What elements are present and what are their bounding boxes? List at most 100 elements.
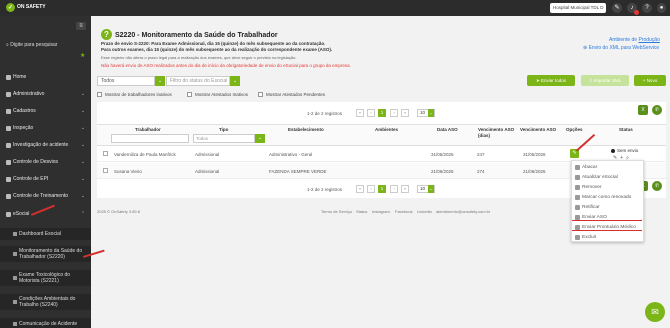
sidebar-subitem-label: Condições Ambientais do Trabalho (S2240)	[19, 296, 76, 308]
sidebar-subitem-label: Monitoramento da Saúde do Trabalhador (S…	[19, 248, 83, 260]
novo-button[interactable]: + Novo	[634, 75, 666, 86]
accident-icon	[6, 142, 11, 148]
menu-item-abacar[interactable]: Abacar	[572, 163, 645, 173]
col-vencimento-dias[interactable]: Vencimento ASO (dias)	[478, 127, 518, 139]
enviar-todos-button[interactable]: ➤ Enviar todos	[527, 75, 575, 86]
help-circle-icon[interactable]: ?	[101, 29, 112, 40]
sidebar-subitem-s2220[interactable]: Monitoramento da Saúde do Trabalhador (S…	[0, 246, 91, 262]
current-page[interactable]: 1	[378, 185, 386, 193]
sidebar-item-home[interactable]: Home	[0, 71, 91, 83]
whatsapp-share-icon[interactable]: ✆	[652, 105, 662, 115]
sidebar-item-investigacao[interactable]: Investigação de acidente ⌄	[0, 139, 91, 151]
checkbox[interactable]	[187, 92, 192, 97]
status-filter-select[interactable]: Filtro do status do Esocial	[166, 76, 230, 86]
menu-item-enviar-aso[interactable]: Enviar ASO	[572, 213, 645, 223]
footer-link-instagram[interactable]: Instagram	[372, 209, 390, 214]
user-icon[interactable]: ●	[657, 3, 666, 13]
menu-item-excluir[interactable]: Excluir	[572, 233, 645, 243]
col-data-aso[interactable]: Data ASO	[437, 127, 458, 132]
row-checkbox[interactable]	[103, 168, 108, 173]
sidebar-subitem-s2240[interactable]: Condições Ambientais do Trabalho (S2240)	[0, 294, 91, 310]
sidebar-item-treinamento[interactable]: Controle de Treinamento ⌄	[0, 190, 91, 202]
logo-mark-icon: ✓	[6, 3, 15, 12]
last-page-icon[interactable]: »	[401, 109, 409, 117]
menu-item-retificar[interactable]: Retificar	[572, 203, 645, 213]
sidebar-item-esocial[interactable]: eSocial ⌃	[0, 208, 91, 220]
sidebar-item-label: Controle de Treinamento	[13, 193, 69, 199]
excel-export-icon[interactable]: X	[638, 105, 648, 115]
xml-webservice-link[interactable]: ⊕ Envio do XML para WebService	[583, 45, 659, 51]
trabalhador-filter-input[interactable]	[111, 134, 189, 143]
logo[interactable]: ✓ ON SAFETY	[6, 3, 46, 12]
sidebar-item-desvios[interactable]: Controle de Desvios ⌄	[0, 156, 91, 168]
per-page-select[interactable]: 10 ⌄	[417, 109, 435, 117]
menu-toggle-icon[interactable]: ≡	[76, 22, 86, 30]
help-icon[interactable]: ?	[642, 3, 652, 13]
status-text: Sem envio	[617, 148, 639, 153]
per-page-value: 10	[420, 186, 426, 191]
col-trabalhador[interactable]: Trabalhador	[135, 127, 161, 132]
checkbox-inactive-workers[interactable]: Mostrar de trabalhadores inativos	[97, 92, 172, 97]
checkbox-pending-certificates[interactable]: Mostrar Atestados Pendentes	[258, 92, 325, 97]
chat-bubble-icon[interactable]: ✉	[645, 302, 665, 322]
first-page-icon[interactable]: «	[356, 185, 364, 193]
chevron-down-icon[interactable]: ⌄	[230, 76, 240, 86]
sidebar-subitem-s2221[interactable]: Exame Toxicológico do Motorista (S2221)	[0, 270, 91, 286]
chevron-down-icon[interactable]: ⌄	[155, 76, 165, 86]
notification-badge	[634, 10, 639, 15]
prev-page-icon[interactable]: ‹	[367, 109, 375, 117]
environment-link[interactable]: Ambiente de Produção	[609, 37, 660, 43]
menu-item-label: Abacar	[582, 165, 598, 170]
next-page-icon[interactable]: ›	[390, 185, 398, 193]
xml-link-label: Envio do XML para WebService	[588, 45, 660, 51]
prev-page-icon[interactable]: ‹	[367, 185, 375, 193]
tipo-filter-select[interactable]: Todos	[193, 134, 255, 143]
sidebar-item-epi[interactable]: Controle de EPI ⌄	[0, 173, 91, 185]
annotation-underline	[572, 230, 642, 231]
whatsapp-share-icon[interactable]: ✆	[652, 181, 662, 191]
sidebar-item-cadastros[interactable]: Cadastros ⌄	[0, 105, 91, 117]
chevron-down-icon[interactable]: ⌄	[255, 134, 265, 143]
cell-data-aso: 21/06/2025	[431, 169, 454, 174]
page-desc-2: Para outros exames, dia 15 (quinze) do m…	[101, 47, 333, 52]
col-status[interactable]: Status	[619, 127, 633, 132]
sidebar: ≡ ⌕ Digite para pesquisar ★ Home Adminis…	[0, 16, 91, 328]
footer-link-termo[interactable]: Termo de Serviço	[321, 209, 352, 214]
checkbox[interactable]	[258, 92, 263, 97]
todos-select[interactable]: Todos	[97, 76, 155, 86]
menu-item-remover[interactable]: Remover	[572, 183, 645, 193]
footer-link-status[interactable]: Status	[356, 209, 367, 214]
col-tipo[interactable]: Tipo	[219, 127, 228, 132]
checkbox-label: Mostrar Atestados Inativos	[195, 92, 249, 97]
cell-vencimento-aso: 21/06/2026	[523, 169, 546, 174]
first-page-icon[interactable]: «	[356, 109, 364, 117]
next-page-icon[interactable]: ›	[390, 109, 398, 117]
footer-link-facebook[interactable]: Facebook	[395, 209, 413, 214]
menu-item-enviar-prontuario[interactable]: Enviar Prontuário Médico	[572, 223, 645, 233]
col-estabelecimento[interactable]: Estabelecimento	[288, 127, 324, 132]
row-checkbox[interactable]	[103, 151, 108, 156]
checkbox-inactive-certificates[interactable]: Mostrar Atestados Inativos	[187, 92, 248, 97]
col-ambientes[interactable]: Ambientes	[375, 127, 398, 132]
sidebar-subitem-dashboard-esocial[interactable]: Dashboard Esocial	[0, 228, 91, 240]
sidebar-subitem-cat[interactable]: Comunicação de Acidente	[0, 318, 91, 328]
sidebar-item-administrativo[interactable]: Administrativo ⌄	[0, 88, 91, 100]
footer-email[interactable]: atendimento@onsafety.com.br	[436, 209, 490, 214]
col-vencimento-aso[interactable]: Vencimento ASO	[520, 127, 556, 132]
favorite-star-icon[interactable]: ★	[80, 52, 85, 59]
current-page[interactable]: 1	[378, 109, 386, 117]
last-page-icon[interactable]: »	[401, 185, 409, 193]
menu-item-marcar-renovado[interactable]: Marcar como renovado	[572, 193, 645, 203]
menu-item-atualizar-esocial[interactable]: Atualizar eSocial	[572, 173, 645, 183]
tools-icon[interactable]: ✎	[612, 3, 622, 13]
top-bar: ✓ ON SAFETY Hospital Municipal TDL D ✎ ♪…	[0, 0, 670, 16]
sidebar-search[interactable]: ⌕ Digite para pesquisar	[6, 42, 86, 52]
checkbox[interactable]	[97, 92, 102, 97]
per-page-select[interactable]: 10 ⌄	[417, 185, 435, 193]
importar-xml-button[interactable]: ⇪ Importar XML	[581, 75, 629, 86]
footer-link-linkedin[interactable]: Linkedin	[417, 209, 432, 214]
sidebar-item-inspecao[interactable]: Inspeção ⌄	[0, 122, 91, 134]
company-selector[interactable]: Hospital Municipal TDL D	[550, 3, 606, 13]
sidebar-item-label: Controle de Desvios	[13, 159, 59, 165]
inspection-icon	[6, 125, 11, 131]
